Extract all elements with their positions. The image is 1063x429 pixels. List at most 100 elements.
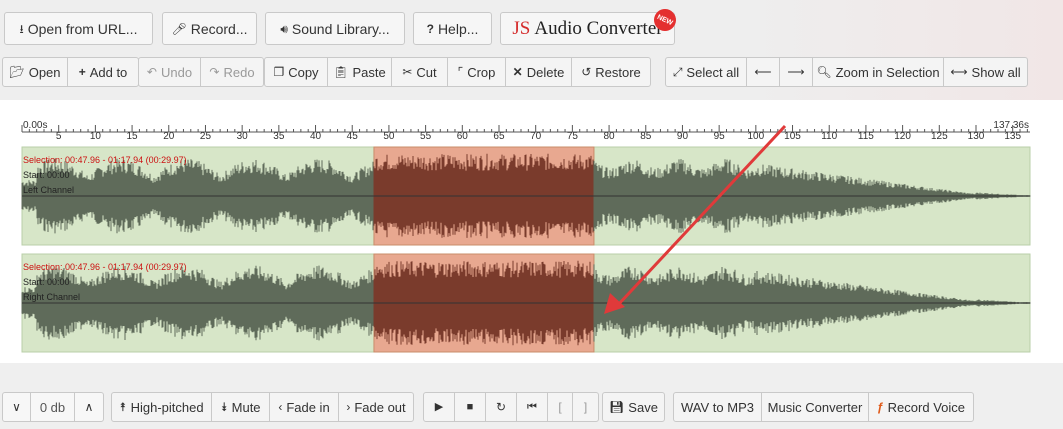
move-right-button[interactable]: ⟶ bbox=[780, 58, 813, 86]
speaker-icon: 🔊︎ bbox=[280, 21, 288, 36]
crop-button[interactable]: ⌜ Crop bbox=[448, 58, 506, 86]
help-button[interactable]: ? Help... bbox=[413, 12, 492, 45]
timeline-tick-label: 25 bbox=[200, 131, 212, 142]
fade-in-button[interactable]: ‹ Fade in bbox=[270, 393, 339, 421]
play-button[interactable]: ▶ bbox=[424, 393, 455, 421]
timeline-tick-label: 95 bbox=[714, 131, 726, 142]
question-icon: ? bbox=[426, 21, 434, 36]
delete-button[interactable]: ✕ Delete bbox=[506, 58, 572, 86]
chevron-up-icon: ∧ bbox=[84, 400, 94, 414]
timeline-tick-label: 65 bbox=[493, 131, 505, 142]
redo-icon: ↷ bbox=[209, 65, 220, 79]
redo-button[interactable]: ↷ Redo bbox=[201, 58, 263, 86]
voice-icon: ƒ bbox=[876, 400, 884, 414]
logo-js: JS bbox=[512, 17, 531, 39]
timeline-tick-label: 35 bbox=[273, 131, 285, 142]
select-all-label: Select all bbox=[686, 64, 740, 80]
select-all-button[interactable]: ⤢ Select all bbox=[666, 58, 747, 86]
mute-label: Mute bbox=[231, 399, 261, 415]
arrow-right-icon: ⟶ bbox=[787, 65, 805, 79]
left-channel-track[interactable]: Selection: 00:47.96 - 01:17.94 (00:29.97… bbox=[21, 146, 1031, 246]
paste-icon: 📋︎ bbox=[333, 65, 349, 79]
high-pitched-button[interactable]: ⯭ High-pitched bbox=[112, 393, 212, 421]
open-from-url-button[interactable]: ⭳ Open from URL... bbox=[4, 12, 153, 45]
close-icon: ✕ bbox=[512, 65, 523, 79]
file-toolbar-group: 📂︎ Open + Add to bbox=[2, 57, 139, 87]
play-icon: ▶ bbox=[434, 400, 444, 413]
wav-to-mp3-label: WAV to MP3 bbox=[681, 399, 754, 415]
show-all-label: Show all bbox=[971, 64, 1021, 80]
start-info: Start: 00:00 bbox=[23, 170, 70, 180]
timeline-tick-label: 100 bbox=[747, 131, 764, 142]
mark-out-button[interactable]: ] bbox=[573, 393, 598, 421]
redo-label: Redo bbox=[223, 64, 255, 80]
open-label: Open bbox=[28, 64, 61, 80]
logo-name: Audio Converter bbox=[534, 17, 663, 39]
paste-button[interactable]: 📋︎ Paste bbox=[328, 58, 392, 86]
mute-button[interactable]: ⯯ Mute bbox=[212, 393, 270, 421]
waveform-canvas[interactable]: 0.00s 137.36s 5 10 15 20 25 30 35 40 45 50 55 60 65 7… bbox=[0, 100, 1063, 363]
sound-library-label: Sound Library... bbox=[291, 20, 390, 37]
right-channel-track[interactable]: Selection: 00:47.96 - 01:17.94 (00:29.97… bbox=[21, 253, 1031, 353]
restore-button[interactable]: ↺ Restore bbox=[572, 58, 650, 86]
arrow-left-icon: ⟵ bbox=[754, 65, 772, 79]
copy-button[interactable]: ❐ Copy bbox=[265, 58, 328, 86]
timeline-tick-label: 10 bbox=[90, 131, 102, 142]
scissors-icon: ✂ bbox=[402, 65, 413, 79]
volume-up-button[interactable]: ∧ bbox=[75, 393, 103, 421]
timeline-ruler: 0.00s 137.36s 5 10 15 20 25 30 35 40 45 50 55 60 65 7… bbox=[21, 120, 1030, 142]
double-chevron-down-icon: ⯯ bbox=[220, 400, 228, 414]
timeline-tick-label: 120 bbox=[894, 131, 911, 142]
microphone-icon: 🎤︎ bbox=[171, 21, 187, 36]
expand-icon: ⤢ bbox=[672, 65, 683, 79]
download-icon: ⭳ bbox=[19, 21, 24, 36]
stop-button[interactable]: ■ bbox=[455, 393, 486, 421]
crop-label: Crop bbox=[467, 64, 496, 80]
undo-button[interactable]: ↶ Undo bbox=[139, 58, 201, 86]
timeline-tick-label: 20 bbox=[163, 131, 175, 142]
selection-info: Selection: 00:47.96 - 01:17.94 (00:29.97… bbox=[23, 155, 187, 165]
cut-label: Cut bbox=[416, 64, 437, 80]
music-converter-button[interactable]: Music Converter bbox=[762, 393, 869, 421]
cut-button[interactable]: ✂ Cut bbox=[392, 58, 448, 86]
timeline-tick-label: 135 bbox=[1004, 131, 1021, 142]
timeline-tick-label: 45 bbox=[347, 131, 359, 142]
paste-label: Paste bbox=[352, 64, 386, 80]
mark-in-button[interactable]: [ bbox=[548, 393, 573, 421]
refresh-icon: ↻ bbox=[495, 400, 507, 414]
fade-out-button[interactable]: › Fade out bbox=[339, 393, 413, 421]
channel-name: Right Channel bbox=[23, 292, 80, 302]
sound-library-button[interactable]: 🔊︎ Sound Library... bbox=[265, 12, 405, 45]
plus-icon: + bbox=[78, 65, 86, 79]
timeline-tick-label: 110 bbox=[821, 131, 837, 142]
open-button[interactable]: 📂︎ Open bbox=[3, 58, 68, 86]
app-logo[interactable]: JS Audio Converter NEW bbox=[500, 5, 680, 45]
restore-icon: ↺ bbox=[581, 65, 592, 79]
timeline-tick-label: 30 bbox=[237, 131, 249, 142]
show-all-button[interactable]: ⟷ Show all bbox=[944, 58, 1027, 86]
add-to-button[interactable]: + Add to bbox=[68, 58, 138, 86]
skip-to-start-button[interactable]: ⏮︎ bbox=[517, 393, 548, 421]
clipboard-toolbar-group: ❐ Copy 📋︎ Paste ✂ Cut ⌜ Crop ✕ Delete ↺ … bbox=[264, 57, 651, 87]
timeline-tick-label: 125 bbox=[931, 131, 948, 142]
playback-group: ▶ ■ ↻ ⏮︎ [ ] bbox=[423, 392, 599, 422]
save-label: Save bbox=[628, 399, 658, 415]
record-voice-button[interactable]: ƒ Record Voice bbox=[869, 393, 973, 421]
zoom-in-selection-button[interactable]: 🔍︎ Zoom in Selection bbox=[813, 58, 944, 86]
effects-group: ⯭ High-pitched ⯯ Mute ‹ Fade in › Fade o… bbox=[111, 392, 414, 422]
waveform-editor[interactable]: 0.00s 137.36s 5 10 15 20 25 30 35 40 45 50 55 60 65 7… bbox=[0, 100, 1063, 363]
timeline-tick-label: 105 bbox=[784, 131, 801, 142]
timeline-tick-label: 85 bbox=[640, 131, 652, 142]
add-to-label: Add to bbox=[89, 64, 128, 80]
high-pitched-label: High-pitched bbox=[130, 399, 204, 415]
crop-icon: ⌜ bbox=[457, 65, 464, 79]
wav-to-mp3-button[interactable]: WAV to MP3 bbox=[674, 393, 762, 421]
channel-name: Left Channel bbox=[23, 185, 74, 195]
timeline-tick-label: 60 bbox=[457, 131, 469, 142]
save-button[interactable]: 💾︎ Save bbox=[602, 392, 665, 422]
record-button[interactable]: 🎤︎ Record... bbox=[162, 12, 257, 45]
loop-button[interactable]: ↻ bbox=[486, 393, 517, 421]
copy-label: Copy bbox=[288, 64, 319, 80]
move-left-button[interactable]: ⟵ bbox=[747, 58, 780, 86]
volume-down-button[interactable]: ∨ bbox=[3, 393, 31, 421]
